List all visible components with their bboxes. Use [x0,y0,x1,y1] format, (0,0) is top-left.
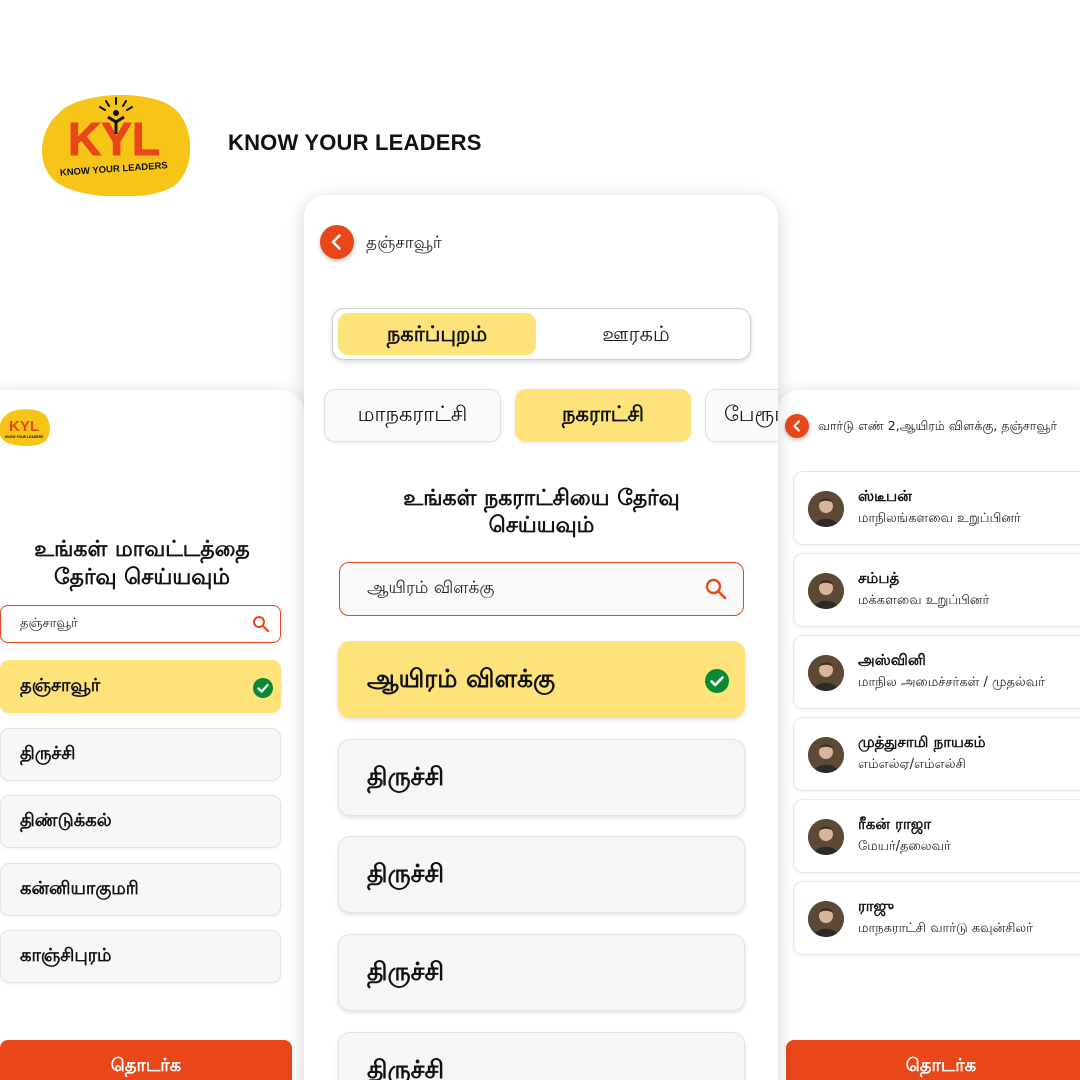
continue-button[interactable]: தொடர்க [0,1040,292,1080]
municipality-select-screen: தஞ்சாவூர் நகர்ப்புறம் ஊரகம் மாநகராட்சி ந… [304,195,778,1080]
canvas: KYL KNOW YOUR LEADERS KNOW YOUR LEADERS … [0,0,1080,1080]
back-button[interactable] [785,414,809,438]
segment-urban[interactable]: நகர்ப்புறம் [338,313,536,355]
leader-card[interactable]: ஸ்டீபன் மாநிலங்களவை உறுப்பினர் [793,471,1080,545]
avatar [808,655,844,691]
avatar [808,737,844,773]
avatar [808,819,844,855]
area-type-toggle: நகர்ப்புறம் ஊரகம் [332,308,751,360]
municipality-option[interactable]: திருச்சி [338,934,745,1011]
search-icon[interactable] [704,577,728,601]
svg-text:KYL: KYL [9,418,39,435]
continue-button[interactable]: தொடர்க [786,1040,1080,1080]
screen-title: வார்டு எண் 2,ஆயிரம் விளக்கு, தஞ்சாவூர் [818,418,1057,433]
municipality-search-input[interactable]: ஆயிரம் விளக்கு [339,562,744,616]
district-item[interactable]: திருச்சி [0,728,281,781]
chevron-left-icon [793,420,800,432]
leader-card[interactable]: சம்பத் மக்களவை உறுப்பினர் [793,553,1080,627]
chip-town-panchayat[interactable]: பேரூராட்சி [705,389,778,442]
municipality-heading: உங்கள் நகராட்சியை தேர்வு செய்யவும் [403,486,680,538]
district-item[interactable]: காஞ்சிபுரம் [0,930,281,983]
check-icon [705,669,729,693]
municipality-option[interactable]: திருச்சி [338,739,745,816]
district-item[interactable]: திண்டுக்கல் [0,795,281,848]
district-search-value: தஞ்சாவூர் [20,616,78,631]
avatar [808,573,844,609]
district-heading: உங்கள் மாவட்டத்தை தேர்வு செய்யவும் [34,537,250,590]
screen-title: தஞ்சாவூர் [366,233,442,253]
leader-card[interactable]: ராஜு மாநகராட்சி வார்டு கவுன்சிலர் [793,881,1080,955]
district-item[interactable]: கன்னியாகுமரி [0,863,281,916]
municipality-search-value: ஆயிரம் விளக்கு [367,578,495,598]
back-button[interactable] [320,225,354,259]
municipality-option[interactable]: ஆயிரம் விளக்கு [338,641,745,718]
district-select-screen: KYL KNOW YOUR LEADERS உங்கள் மாவட்டத்தை … [0,390,304,1080]
leaders-list-screen: வார்டு எண் 2,ஆயிரம் விளக்கு, தஞ்சாவூர் ஸ… [777,390,1080,1080]
kyl-logo: KYL KNOW YOUR LEADERS [42,95,190,196]
district-search-input[interactable]: தஞ்சாவூர் [0,605,281,643]
district-item[interactable]: தஞ்சாவூர் [0,660,281,713]
svg-text:KNOW YOUR LEADERS: KNOW YOUR LEADERS [5,435,44,439]
segment-rural[interactable]: ஊரகம் [538,313,734,355]
search-icon[interactable] [252,615,270,633]
leader-card[interactable]: ரீகன் ராஜா மேயர்/தலைவர் [793,799,1080,873]
leader-card[interactable]: முத்துசாமி நாயகம் எம்எல்ஏ/எம்எல்சி [793,717,1080,791]
check-icon [253,678,273,698]
avatar [808,491,844,527]
avatar [808,901,844,937]
chip-corporation[interactable]: மாநகராட்சி [324,389,501,442]
brand-title: KNOW YOUR LEADERS [228,130,482,155]
leader-card[interactable]: அஸ்வினி மாநில அமைச்சர்கள் / முதல்வர் [793,635,1080,709]
chip-municipality[interactable]: நகராட்சி [515,389,691,442]
kyl-logo-small: KYL KNOW YOUR LEADERS [0,409,50,446]
municipality-option[interactable]: திருச்சி [338,1032,745,1080]
municipality-option[interactable]: திருச்சி [338,836,745,913]
chevron-left-icon [331,234,341,250]
